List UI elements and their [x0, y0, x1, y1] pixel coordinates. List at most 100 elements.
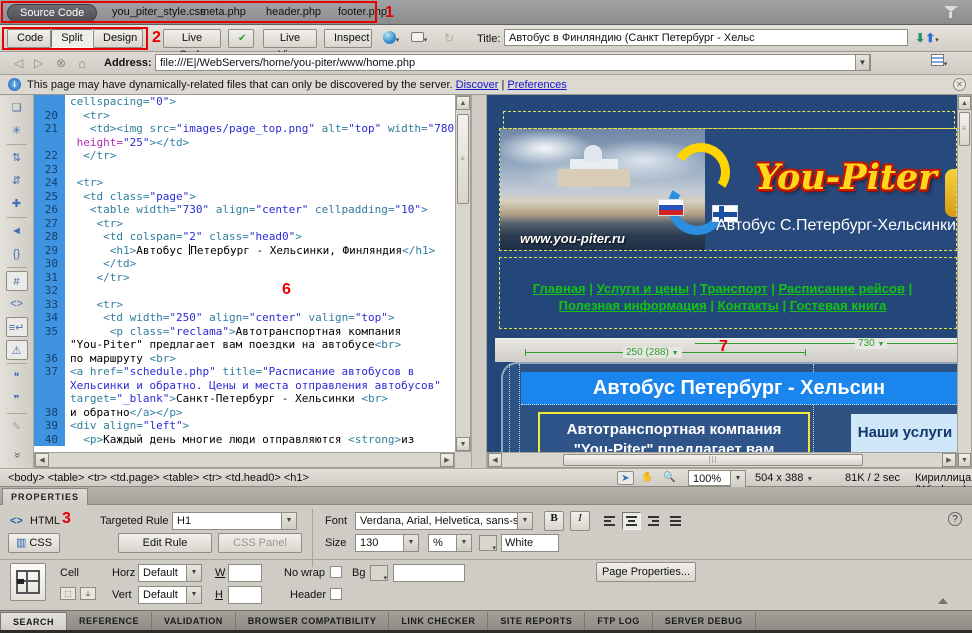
code-horizontal-scrollbar[interactable]: ◀ ▶ — [34, 452, 455, 468]
design-nav-link[interactable]: Гостевая книга — [790, 298, 887, 313]
address-input[interactable] — [155, 54, 871, 71]
expand-all-icon[interactable]: ✚ — [6, 194, 28, 214]
edit-rule-button[interactable]: Edit Rule — [118, 533, 212, 553]
bg-color-input[interactable] — [393, 564, 465, 582]
window-size-select[interactable]: 504 x 388 ▼ — [755, 472, 813, 484]
targeted-rule-select[interactable]: H1▼ — [172, 512, 297, 530]
title-input[interactable] — [504, 29, 908, 46]
design-nav-link[interactable]: Главная — [533, 281, 586, 296]
address-dropdown-icon[interactable]: ▼ — [855, 54, 870, 71]
no-wrap-checkbox[interactable] — [330, 566, 342, 578]
code-view[interactable]: cellspacing="0">20 <tr>21 <td><img src="… — [34, 95, 455, 452]
scroll-up-icon[interactable]: ▲ — [456, 96, 470, 110]
results-tab-reference[interactable]: REFERENCE — [67, 612, 152, 631]
related-file-tab[interactable]: you_piter_style.css — [112, 6, 206, 18]
balance-braces-icon[interactable]: {} — [6, 244, 28, 264]
apply-comment-icon[interactable]: ❝ — [6, 367, 28, 387]
page-properties-button[interactable]: Page Properties... — [596, 562, 696, 582]
file-get-put-icons[interactable]: ⬇⬆▾ — [912, 30, 942, 47]
related-file-tab[interactable]: header.php — [266, 6, 321, 18]
source-code-tab[interactable]: Source Code — [7, 4, 97, 22]
tag-selector-path[interactable]: <body> <table> <tr> <td.page> <table> <t… — [8, 472, 309, 484]
merge-cells-icon[interactable]: ⬚ — [60, 587, 76, 600]
magnification-select[interactable]: 100%▼ — [688, 470, 746, 486]
html-mode-button[interactable]: HTML — [30, 515, 60, 527]
align-justify-icon[interactable] — [666, 512, 685, 530]
design-view[interactable]: You-Piter Автобус С.Петербург-Хельсинки … — [487, 95, 957, 452]
preferences-link[interactable]: Preferences — [507, 79, 566, 91]
results-tab-link-checker[interactable]: LINK CHECKER — [389, 612, 488, 631]
inspect-button[interactable]: Inspect — [324, 29, 372, 48]
design-nav-link[interactable]: Расписание рейсов — [779, 281, 905, 296]
align-right-icon[interactable] — [644, 512, 663, 530]
results-tab-server-debug[interactable]: SERVER DEBUG — [653, 612, 756, 631]
design-h1-heading[interactable]: Автобус Петербург - Хельсин — [521, 372, 957, 405]
w-input[interactable] — [228, 564, 262, 582]
design-nav-link[interactable]: Полезная информация — [559, 298, 707, 313]
select-parent-tag-icon[interactable]: ◄ — [6, 221, 28, 241]
help-icon[interactable]: ? — [948, 512, 962, 526]
format-source-icon[interactable]: ✎ — [6, 417, 28, 437]
discover-link[interactable]: Discover — [456, 79, 499, 91]
design-nav-menu[interactable]: Главная | Услуги и цены | Транспорт | Ра… — [499, 280, 946, 314]
table-width-menu-right[interactable]: 730 ▼ — [855, 338, 887, 349]
forward-icon[interactable]: ▷ — [34, 56, 43, 70]
filter-icon[interactable] — [944, 6, 958, 18]
code-view-button[interactable]: Code — [7, 29, 51, 48]
css-panel-button[interactable]: CSS Panel — [218, 533, 302, 553]
results-tab-validation[interactable]: VALIDATION — [152, 612, 236, 631]
split-view-button[interactable]: Split — [51, 29, 93, 48]
code-lines[interactable]: cellspacing="0">20 <tr>21 <td><img src="… — [34, 95, 455, 446]
font-select[interactable]: Verdana, Arial, Helvetica, sans-serif▼ — [355, 512, 533, 530]
bold-button[interactable]: B — [544, 511, 564, 531]
css-mode-button[interactable]: ▥ CSS — [8, 533, 60, 553]
stop-icon[interactable]: ⊗ — [56, 56, 66, 70]
check-browser-compat-icon[interactable]: ▾ — [408, 30, 430, 47]
scroll-right-icon[interactable]: ▶ — [942, 453, 956, 467]
size-select[interactable]: 130▼ — [355, 534, 419, 552]
related-file-tab[interactable]: meta.php — [200, 6, 246, 18]
scroll-left-icon[interactable]: ◀ — [488, 453, 502, 467]
collapse-selection-icon[interactable]: ⇵ — [6, 171, 28, 191]
split-cell-icon[interactable]: ⫝ — [80, 587, 96, 600]
h-input[interactable] — [228, 586, 262, 604]
promo-text-box[interactable]: Автотранспортная компания "You-Piter" пр… — [538, 412, 810, 452]
code-vertical-scrollbar[interactable]: ▲ ≡ ▼ — [455, 95, 471, 452]
collapse-panel-icon[interactable] — [938, 598, 948, 604]
more-icon[interactable]: » — [7, 444, 27, 466]
zoom-tool-icon[interactable]: 🔍 — [661, 471, 678, 485]
open-documents-icon[interactable]: ❏ — [6, 98, 28, 118]
back-icon[interactable]: ◁ — [14, 56, 23, 70]
file-management-icon[interactable]: ▾ — [928, 54, 950, 71]
preview-browser-globe-icon[interactable]: ▾ — [380, 30, 402, 47]
hand-tool-icon[interactable]: ✋ — [639, 471, 656, 485]
home-icon[interactable]: ⌂ — [78, 56, 86, 71]
results-tab-ftp-log[interactable]: FTP LOG — [585, 612, 652, 631]
live-view-options-icon[interactable]: ✔ — [228, 29, 254, 48]
text-color-swatch[interactable] — [479, 535, 497, 551]
design-nav-link[interactable]: Транспорт — [700, 281, 768, 296]
word-wrap-icon[interactable]: ≡↵ — [6, 317, 28, 337]
code-navigator-icon[interactable]: ✳ — [6, 121, 28, 141]
pane-splitter[interactable] — [471, 95, 487, 470]
size-unit-select[interactable]: %▼ — [428, 534, 472, 552]
scroll-right-icon[interactable]: ▶ — [440, 453, 454, 467]
close-info-bar-icon[interactable]: ✕ — [953, 78, 966, 91]
remove-comment-icon[interactable]: ❞ — [6, 390, 28, 410]
design-nav-link[interactable]: Услуги и цены — [597, 281, 690, 296]
properties-tab[interactable]: PROPERTIES — [2, 488, 88, 505]
align-left-icon[interactable] — [600, 512, 619, 530]
design-horizontal-scrollbar[interactable]: ◀ ||| ▶ — [487, 452, 957, 468]
scroll-down-icon[interactable]: ▼ — [958, 453, 971, 467]
scroll-up-icon[interactable]: ▲ — [958, 96, 971, 110]
live-code-button[interactable]: Live Code — [163, 29, 221, 48]
vert-select[interactable]: Default▼ — [138, 586, 202, 604]
highlight-invalid-code-icon[interactable]: <> — [6, 294, 28, 314]
select-tool-icon[interactable]: ➤ — [617, 471, 634, 485]
horz-select[interactable]: Default▼ — [138, 564, 202, 582]
services-box[interactable]: Наши услуги — [851, 414, 957, 452]
header-checkbox[interactable] — [330, 588, 342, 600]
related-file-tab[interactable]: footer.php — [338, 6, 387, 18]
design-page-area[interactable]: Автобус Петербург - Хельсин Автотранспор… — [501, 362, 957, 452]
scroll-down-icon[interactable]: ▼ — [456, 437, 470, 451]
